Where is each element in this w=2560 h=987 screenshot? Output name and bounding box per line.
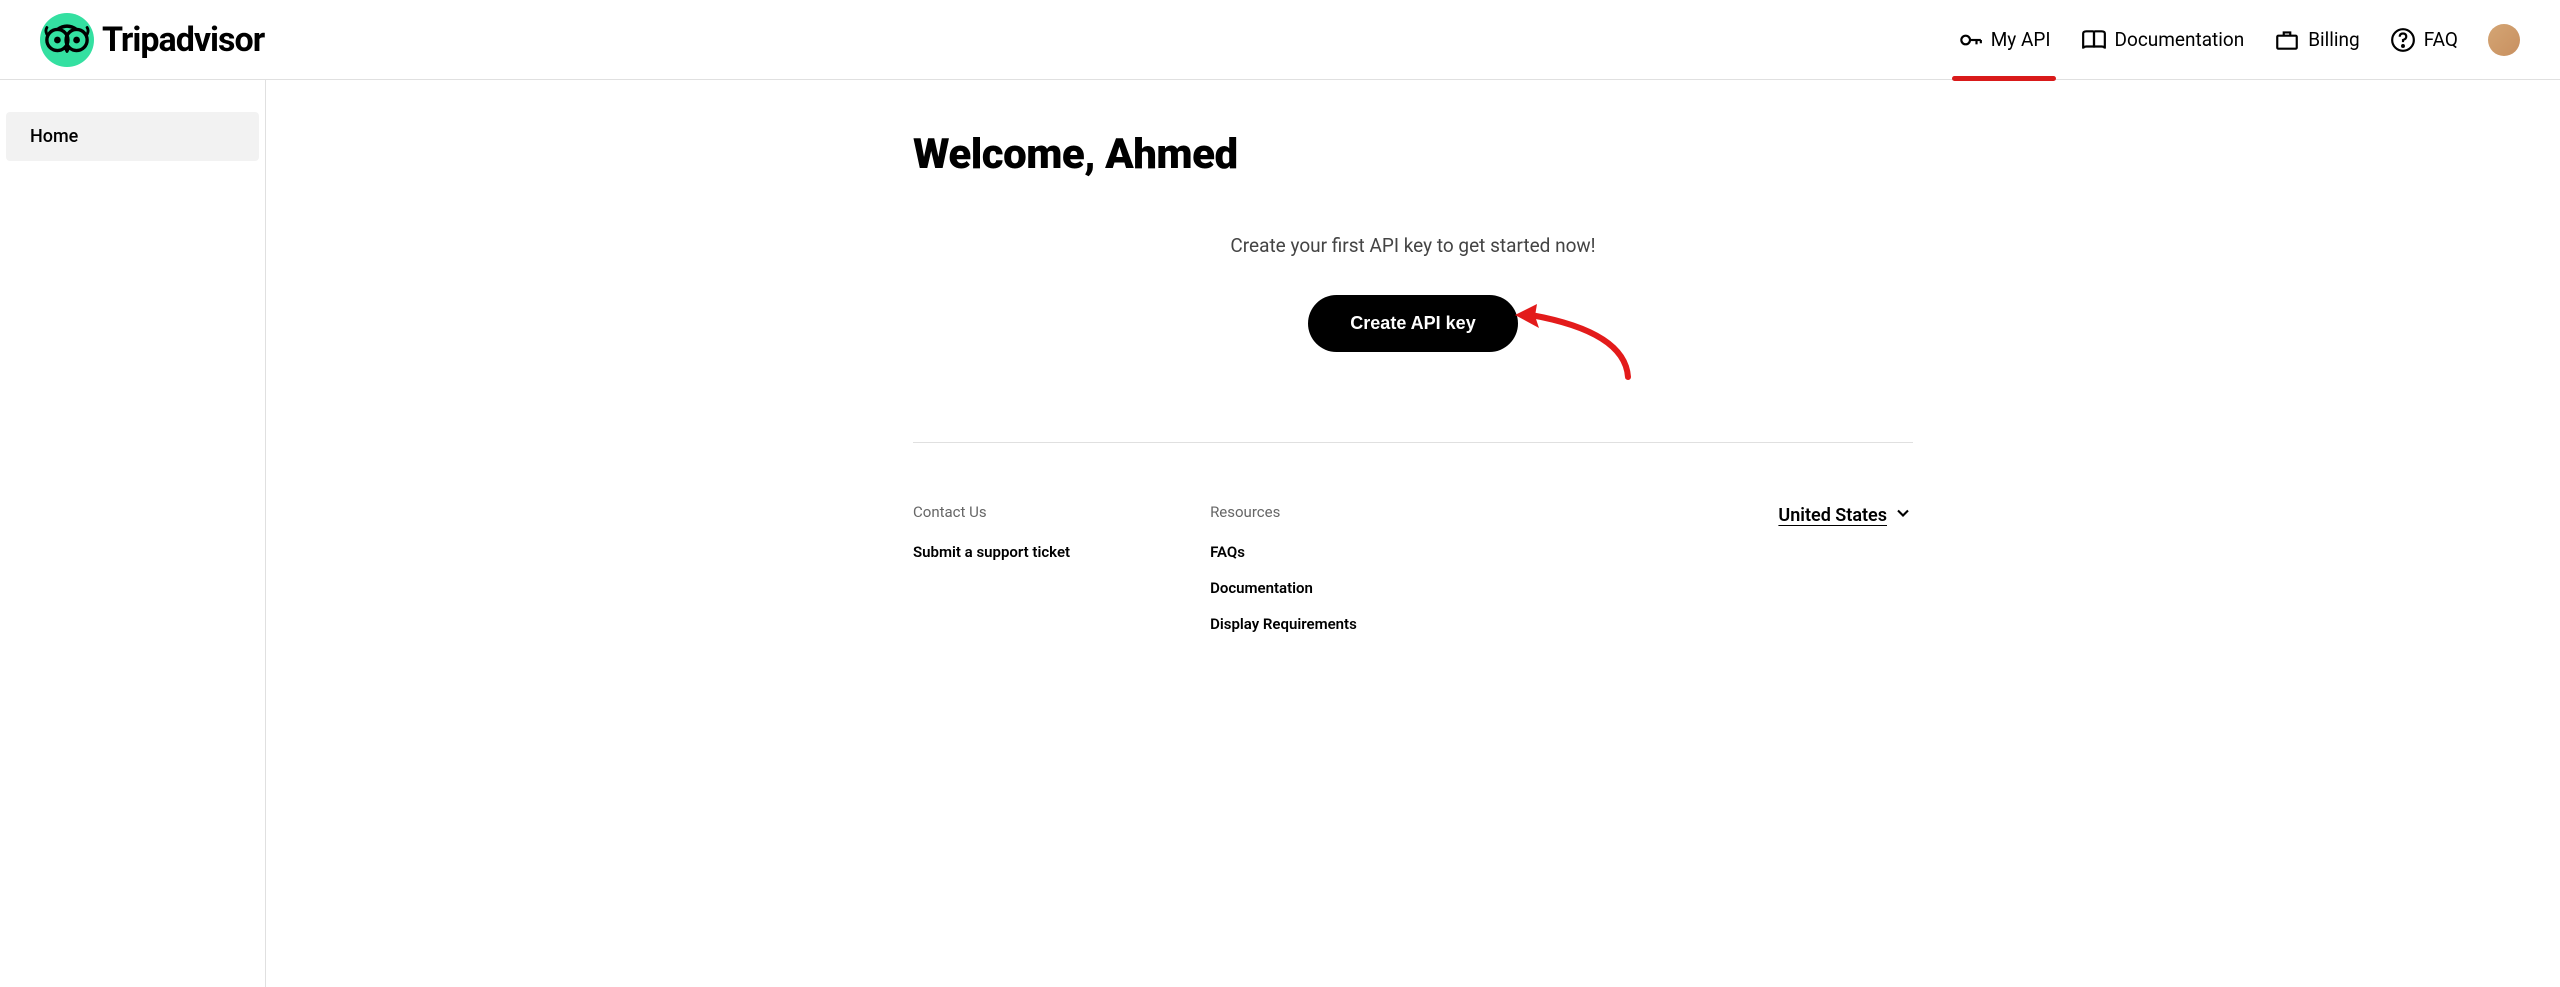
top-nav: My API Documentation Billing — [1957, 17, 2520, 63]
nav-item-documentation[interactable]: Documentation — [2081, 17, 2245, 63]
footer-link-support-ticket[interactable]: Submit a support ticket — [913, 543, 1070, 561]
nav-label: Billing — [2308, 28, 2359, 51]
footer-columns: Contact Us Submit a support ticket Resou… — [913, 503, 1357, 651]
header: Tripadvisor My API Documentation — [0, 0, 2560, 80]
footer-col-title: Contact Us — [913, 503, 1070, 521]
footer-link-faqs[interactable]: FAQs — [1210, 543, 1357, 561]
footer-link-display-requirements[interactable]: Display Requirements — [1210, 615, 1357, 633]
body-container: Home Welcome, Ahmed Create your first AP… — [0, 80, 2560, 987]
cta-text: Create your first API key to get started… — [913, 234, 1913, 257]
country-label: United States — [1778, 505, 1887, 526]
footer-link-documentation[interactable]: Documentation — [1210, 579, 1357, 597]
sidebar-item-home[interactable]: Home — [6, 112, 259, 161]
arrow-annotation-icon — [1513, 302, 1643, 392]
briefcase-icon — [2274, 27, 2300, 53]
avatar[interactable] — [2488, 24, 2520, 56]
logo[interactable]: Tripadvisor — [40, 13, 264, 67]
help-icon — [2390, 27, 2416, 53]
page-title: Welcome, Ahmed — [913, 130, 1913, 179]
sidebar: Home — [0, 80, 266, 987]
key-icon — [1957, 27, 1983, 53]
country-selector[interactable]: United States — [1778, 503, 1913, 528]
main: Welcome, Ahmed Create your first API key… — [266, 80, 2560, 987]
footer-col-contact: Contact Us Submit a support ticket — [913, 503, 1070, 651]
nav-label: Documentation — [2115, 28, 2245, 51]
nav-item-billing[interactable]: Billing — [2274, 17, 2359, 63]
nav-item-my-api[interactable]: My API — [1957, 17, 2051, 63]
footer-col-resources: Resources FAQs Documentation Display Req… — [1210, 503, 1357, 651]
cta-section: Create your first API key to get started… — [913, 234, 1913, 442]
logo-icon — [40, 13, 94, 67]
nav-label: My API — [1991, 28, 2051, 51]
chevron-down-icon — [1893, 503, 1913, 528]
create-api-key-button[interactable]: Create API key — [1308, 295, 1517, 352]
nav-item-faq[interactable]: FAQ — [2390, 17, 2458, 63]
sidebar-item-label: Home — [30, 126, 78, 147]
footer: Contact Us Submit a support ticket Resou… — [913, 442, 1913, 691]
book-icon — [2081, 27, 2107, 53]
nav-label: FAQ — [2424, 28, 2458, 51]
footer-col-title: Resources — [1210, 503, 1357, 521]
logo-text: Tripadvisor — [102, 20, 264, 60]
